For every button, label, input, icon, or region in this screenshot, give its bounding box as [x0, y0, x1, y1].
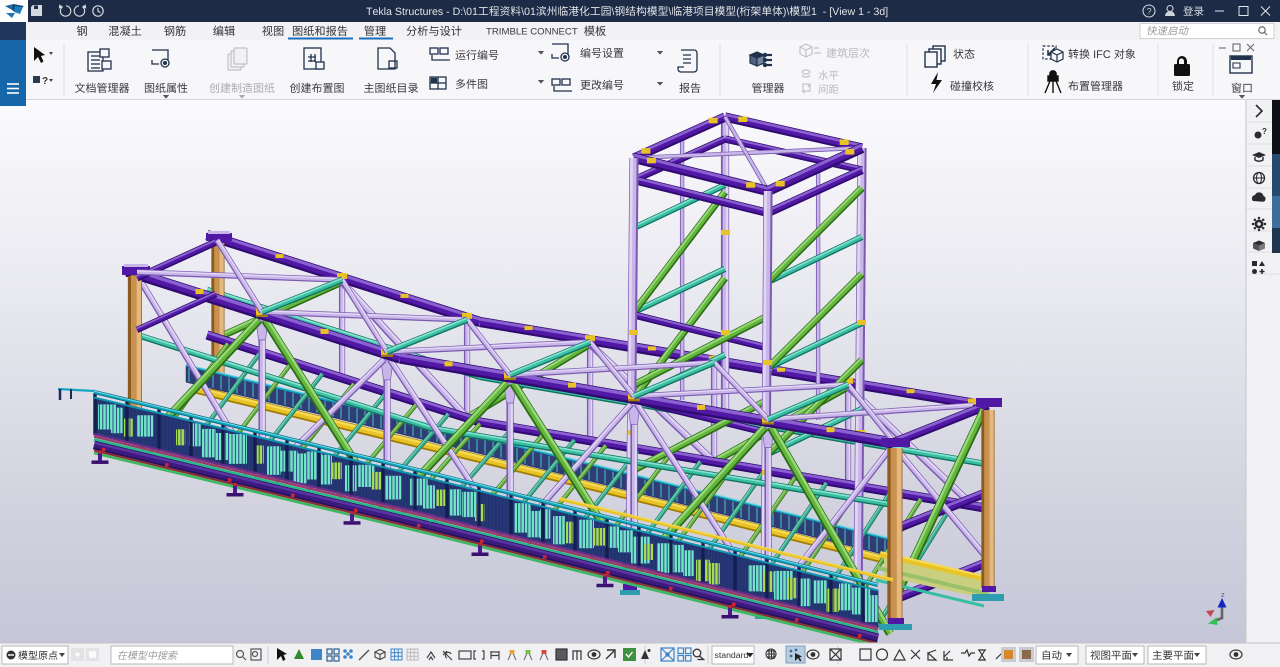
svg-text:?: ? — [42, 76, 48, 87]
svg-text:standard: standard — [715, 650, 749, 660]
svg-text:?: ? — [1262, 127, 1267, 136]
svg-text:z: z — [1221, 590, 1225, 599]
svg-text:TRIMBLE CONNECT: TRIMBLE CONNECT — [486, 27, 578, 38]
